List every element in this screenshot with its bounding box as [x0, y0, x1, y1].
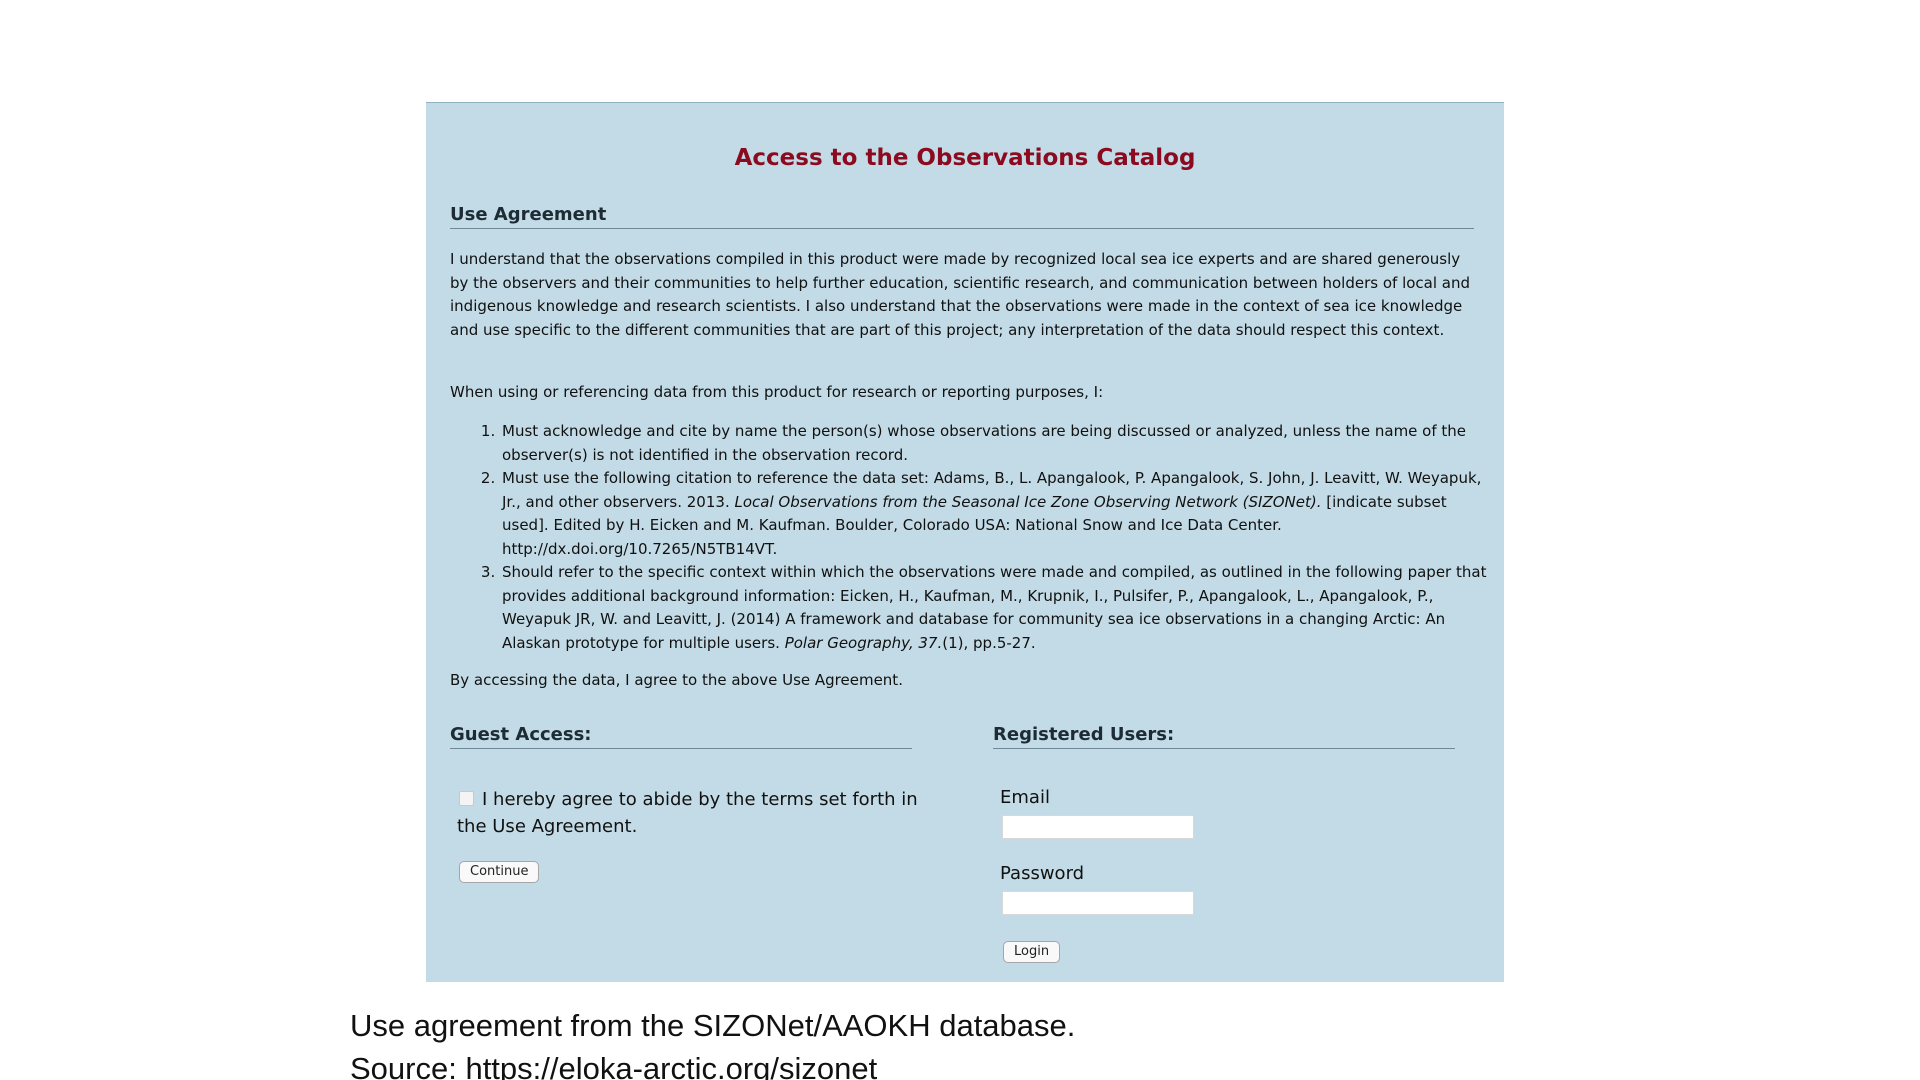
use-agreement-heading: Use Agreement: [450, 204, 1474, 229]
when-using-paragraph: When using or referencing data from this…: [450, 383, 1104, 401]
guest-agree-label: I hereby agree to abide by the terms set…: [457, 786, 927, 840]
registered-users-heading: Registered Users:: [993, 724, 1455, 749]
agree-checkbox[interactable]: [459, 791, 474, 806]
guest-access-heading: Guest Access:: [450, 724, 912, 749]
caption-line-1: Use agreement from the SIZONet/AAOKH dat…: [350, 1008, 1076, 1043]
access-panel: Access to the Observations Catalog Use A…: [426, 102, 1504, 982]
email-field[interactable]: [1002, 815, 1194, 839]
continue-button[interactable]: Continue: [459, 861, 540, 883]
terms-item-3-text-end: (1), pp.5-27.: [942, 633, 1036, 652]
guest-agree-text: I hereby agree to abide by the terms set…: [457, 789, 918, 837]
terms-item-2: Must use the following citation to refer…: [500, 467, 1490, 561]
login-button[interactable]: Login: [1003, 941, 1061, 963]
terms-list: Must acknowledge and cite by name the pe…: [450, 420, 1490, 655]
caption-source: Source: https://eloka-arctic.org/sizonet: [350, 1051, 878, 1080]
intro-paragraph: I understand that the observations compi…: [450, 250, 1471, 339]
terms-item-3: Should refer to the specific context wit…: [500, 561, 1490, 655]
email-label: Email: [1000, 787, 1050, 808]
page-title: Access to the Observations Catalog: [734, 145, 1196, 171]
dataset-title-citation: Local Observations from the Seasonal Ice…: [734, 492, 1322, 511]
password-field[interactable]: [1002, 891, 1194, 915]
password-label: Password: [1000, 863, 1085, 884]
figure-caption: Use agreement from the SIZONet/AAOKH dat…: [350, 1004, 1075, 1080]
terms-item-1: Must acknowledge and cite by name the pe…: [500, 420, 1490, 467]
agreement-closing: By accessing the data, I agree to the ab…: [450, 671, 903, 689]
terms-item-1-text: Must acknowledge and cite by name the pe…: [502, 422, 1467, 464]
journal-citation: Polar Geography, 37.: [784, 633, 943, 652]
